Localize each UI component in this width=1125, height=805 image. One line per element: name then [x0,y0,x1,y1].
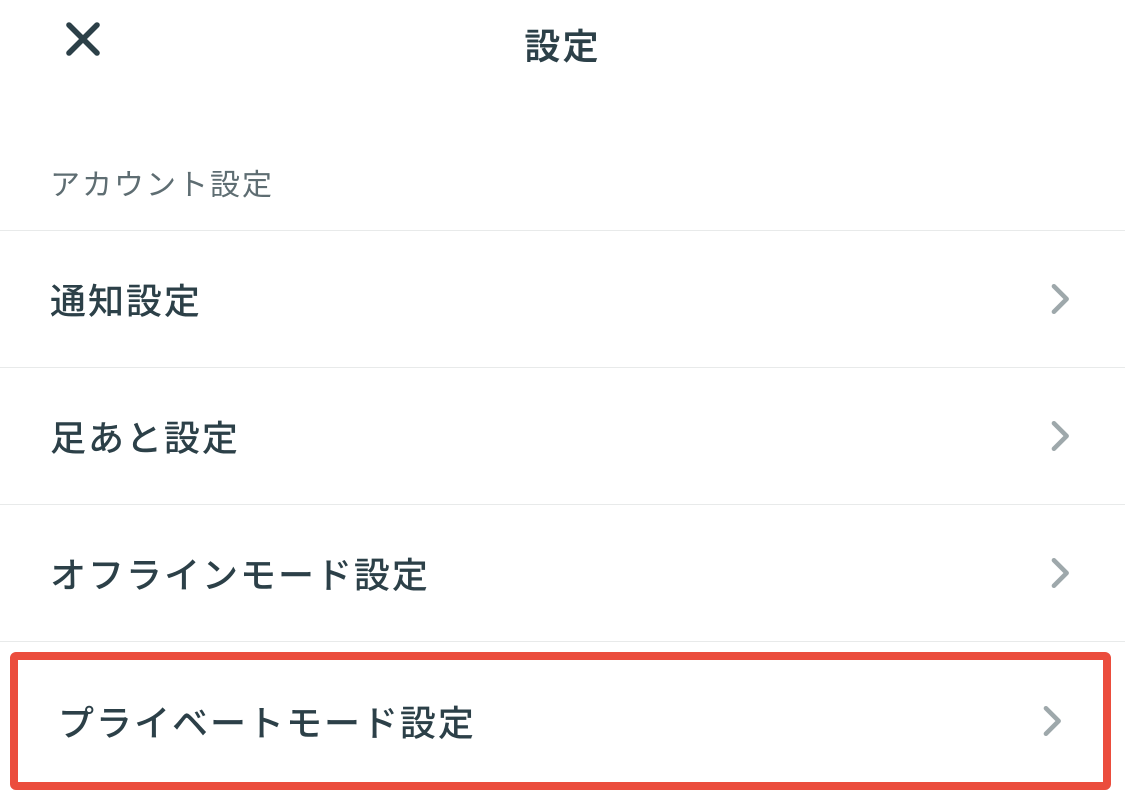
close-icon [62,18,104,60]
highlighted-item-box: プライベートモード設定 [10,652,1111,790]
chevron-right-icon [1039,704,1067,738]
list-item-label: プライベートモード設定 [58,695,476,747]
section-header: アカウント設定 [0,110,1125,231]
settings-item-notifications[interactable]: 通知設定 [0,231,1125,368]
settings-item-private-mode[interactable]: プライベートモード設定 [18,660,1103,782]
list-item-label: オフラインモード設定 [50,547,430,599]
list-item-label: 足あと設定 [50,410,240,462]
list-item-label: 通知設定 [50,273,202,325]
close-button[interactable] [62,18,104,60]
chevron-right-icon [1047,282,1075,316]
settings-item-footprint[interactable]: 足あと設定 [0,368,1125,505]
settings-item-offline-mode[interactable]: オフラインモード設定 [0,505,1125,642]
page-title: 設定 [52,18,1073,70]
chevron-right-icon [1047,556,1075,590]
chevron-right-icon [1047,419,1075,453]
header: 設定 [0,0,1125,110]
